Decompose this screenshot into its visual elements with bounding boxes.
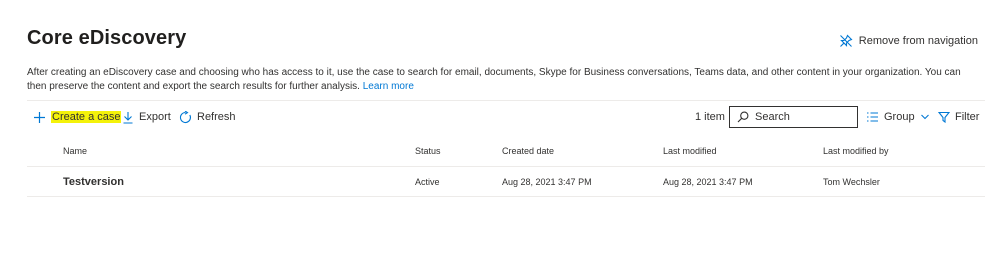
- export-button[interactable]: Export: [122, 108, 171, 126]
- page-title: Core eDiscovery: [27, 27, 187, 49]
- create-case-label: Create a case: [51, 111, 122, 123]
- remove-from-navigation-button[interactable]: Remove from navigation: [839, 34, 978, 48]
- learn-more-link[interactable]: Learn more: [363, 81, 414, 92]
- create-case-button[interactable]: Create a case: [33, 108, 122, 126]
- last-modified-cell: Aug 28, 2021 3:47 PM: [663, 177, 753, 187]
- case-name-cell[interactable]: Testversion: [63, 176, 124, 188]
- item-count: 1 item: [695, 111, 725, 123]
- group-label: Group: [884, 111, 915, 123]
- search-icon: [737, 111, 749, 123]
- divider: [27, 100, 985, 101]
- group-button[interactable]: Group: [866, 108, 930, 126]
- column-header-created-date[interactable]: Created date: [502, 146, 554, 156]
- column-header-status[interactable]: Status: [415, 146, 441, 156]
- page-description: After creating an eDiscovery case and ch…: [27, 66, 982, 94]
- filter-icon: [938, 111, 950, 123]
- remove-from-navigation-label: Remove from navigation: [858, 35, 978, 47]
- column-header-last-modified[interactable]: Last modified: [663, 146, 717, 156]
- group-list-icon: [866, 111, 879, 123]
- chevron-down-icon: [920, 112, 930, 122]
- refresh-label: Refresh: [197, 111, 236, 123]
- filter-label: Filter: [955, 111, 980, 123]
- search-box[interactable]: [729, 106, 858, 128]
- plus-icon: [33, 111, 46, 124]
- created-date-cell: Aug 28, 2021 3:47 PM: [502, 177, 592, 187]
- refresh-icon: [179, 110, 192, 124]
- column-header-last-modified-by[interactable]: Last modified by: [823, 146, 889, 156]
- filter-button[interactable]: Filter: [938, 108, 979, 126]
- description-text: After creating an eDiscovery case and ch…: [27, 67, 961, 92]
- export-label: Export: [139, 111, 171, 123]
- status-cell: Active: [415, 177, 440, 187]
- download-icon: [122, 111, 134, 124]
- search-input[interactable]: [755, 111, 850, 123]
- column-header-name[interactable]: Name: [63, 146, 87, 156]
- pin-off-icon: [839, 34, 853, 48]
- last-modified-by-cell: Tom Wechsler: [823, 177, 880, 187]
- refresh-button[interactable]: Refresh: [179, 108, 236, 126]
